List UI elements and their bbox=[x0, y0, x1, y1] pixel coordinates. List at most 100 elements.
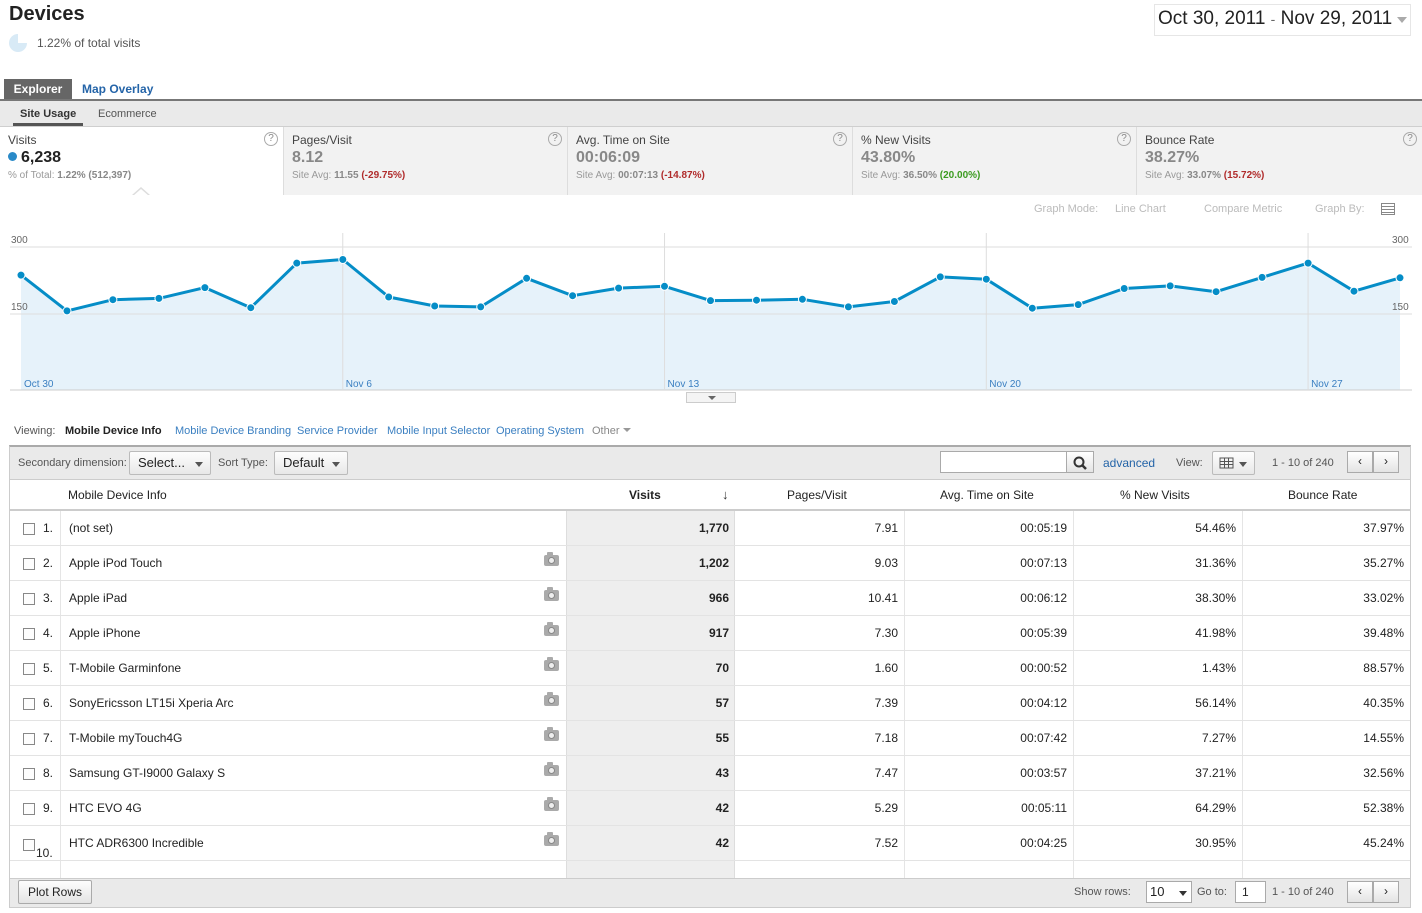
chart-data-point bbox=[1073, 300, 1083, 310]
pager-text-bottom: 1 - 10 of 240 bbox=[1272, 886, 1334, 898]
camera-icon[interactable] bbox=[544, 832, 559, 846]
row-checkbox[interactable] bbox=[23, 558, 35, 570]
row-checkbox[interactable] bbox=[23, 663, 35, 675]
row-avg-time: 00:07:13 bbox=[1020, 556, 1067, 570]
show-rows-select[interactable]: 10 bbox=[1146, 881, 1192, 903]
row-new-visits: 64.29% bbox=[1195, 801, 1236, 815]
camera-icon[interactable] bbox=[544, 797, 559, 811]
x-tick-label: Oct 30 bbox=[24, 379, 54, 390]
compare-metric-button[interactable]: Compare Metric bbox=[1204, 203, 1282, 215]
view-type-select[interactable] bbox=[1212, 451, 1255, 475]
chart-resize-handle[interactable] bbox=[686, 392, 736, 403]
goto-page-input[interactable]: 1 bbox=[1235, 881, 1266, 903]
graph-mode-line-chart[interactable]: Line Chart bbox=[1115, 203, 1166, 215]
dimension-other-dropdown[interactable]: Other bbox=[592, 425, 631, 437]
row-visits: 1,770 bbox=[698, 521, 729, 535]
help-icon[interactable]: ? bbox=[548, 132, 562, 146]
col-header-dimension[interactable]: Mobile Device Info bbox=[68, 488, 167, 502]
table-row: 5. T-Mobile Garminfone 70 1.60 00:00:52 1.43%… bbox=[10, 651, 1410, 686]
dimension-service-provider[interactable]: Service Provider bbox=[297, 425, 378, 437]
camera-icon[interactable] bbox=[544, 692, 559, 706]
metric-avg-time[interactable]: Avg. Time on Site 00:06:09 Site Avg: 00:… bbox=[568, 127, 853, 195]
row-checkbox[interactable] bbox=[23, 768, 35, 780]
metric-value: 38.27% bbox=[1145, 149, 1200, 166]
graph-by-icon[interactable] bbox=[1381, 203, 1395, 215]
chart-data-point bbox=[1303, 258, 1313, 268]
tab-explorer[interactable]: Explorer bbox=[4, 79, 72, 99]
metric-visits[interactable]: Visits 6,238 % of Total: 1.22% (512,397)… bbox=[0, 127, 284, 195]
row-device-name: (not set) bbox=[69, 521, 114, 535]
col-header-pages-visit[interactable]: Pages/Visit bbox=[787, 488, 847, 502]
camera-icon[interactable] bbox=[544, 727, 559, 741]
help-icon[interactable]: ? bbox=[833, 132, 847, 146]
secondary-dimension-select[interactable]: Select... bbox=[129, 451, 211, 475]
subtab-ecommerce[interactable]: Ecommerce bbox=[98, 108, 157, 120]
camera-icon[interactable] bbox=[544, 552, 559, 566]
prev-page-button[interactable]: ‹ bbox=[1347, 881, 1373, 903]
row-device-name: Samsung GT-I9000 Galaxy S bbox=[69, 766, 226, 780]
row-pages-visit: 1.60 bbox=[874, 661, 898, 675]
metric-pages-visit[interactable]: Pages/Visit 8.12 Site Avg: 11.55 (-29.75… bbox=[284, 127, 568, 195]
col-header-bounce-rate[interactable]: Bounce Rate bbox=[1288, 488, 1357, 502]
plot-rows-button[interactable]: Plot Rows bbox=[18, 880, 92, 904]
date-range-picker[interactable]: Oct 30, 2011 - Nov 29, 2011 bbox=[1154, 4, 1411, 36]
dimension-operating-system[interactable]: Operating System bbox=[496, 425, 584, 437]
help-icon[interactable]: ? bbox=[1117, 132, 1131, 146]
chart-data-point bbox=[1211, 287, 1221, 297]
row-pages-visit: 7.18 bbox=[874, 731, 898, 745]
search-button[interactable] bbox=[1066, 451, 1094, 473]
chart-data-point bbox=[889, 297, 899, 306]
series-dot-icon bbox=[8, 152, 17, 161]
col-header-avg-time[interactable]: Avg. Time on Site bbox=[940, 488, 1034, 502]
tab-map-overlay[interactable]: Map Overlay bbox=[82, 79, 153, 99]
sort-type-select[interactable]: Default bbox=[274, 451, 348, 475]
row-checkbox[interactable] bbox=[23, 593, 35, 605]
x-tick-label: Nov 13 bbox=[668, 379, 700, 390]
metric-value: 00:06:09 bbox=[576, 149, 641, 166]
chart-data-point bbox=[1027, 303, 1037, 313]
table-search-input[interactable] bbox=[940, 451, 1067, 473]
row-index: 10. bbox=[36, 846, 53, 860]
camera-icon[interactable] bbox=[544, 622, 559, 636]
row-avg-time: 00:03:57 bbox=[1020, 766, 1067, 780]
help-icon[interactable]: ? bbox=[1403, 132, 1417, 146]
subtab-site-usage[interactable]: Site Usage bbox=[20, 108, 76, 120]
visits-line-chart: 300 300 150 150 Oct 30 Nov 6 Nov 13 Nov 20 Nov 2… bbox=[10, 233, 1412, 391]
camera-icon[interactable] bbox=[544, 657, 559, 671]
row-checkbox[interactable] bbox=[23, 803, 35, 815]
row-checkbox[interactable] bbox=[23, 733, 35, 745]
row-checkbox[interactable] bbox=[23, 839, 35, 851]
row-checkbox[interactable] bbox=[23, 523, 35, 535]
row-index: 8. bbox=[43, 766, 54, 780]
row-device-name: HTC ADR6300 Incredible bbox=[69, 836, 204, 850]
view-label: View: bbox=[1176, 457, 1203, 469]
row-pages-visit: 7.39 bbox=[874, 696, 898, 710]
row-visits: 42 bbox=[715, 801, 729, 815]
dimension-mobile-device-branding[interactable]: Mobile Device Branding bbox=[175, 425, 291, 437]
dimension-mobile-input-selector[interactable]: Mobile Input Selector bbox=[387, 425, 490, 437]
metric-avg: Site Avg: 33.07% (15.72%) bbox=[1145, 170, 1265, 181]
help-icon[interactable]: ? bbox=[264, 132, 278, 146]
metric-avg: Site Avg: 36.50% (20.00%) bbox=[861, 170, 981, 181]
chart-data-point bbox=[797, 294, 807, 304]
metric-label: Pages/Visit bbox=[292, 133, 352, 147]
metric-new-visits[interactable]: % New Visits 43.80% Site Avg: 36.50% (20… bbox=[853, 127, 1137, 195]
sort-desc-icon: ↓ bbox=[722, 487, 729, 502]
camera-icon[interactable] bbox=[544, 587, 559, 601]
metric-label: Avg. Time on Site bbox=[576, 133, 670, 147]
row-visits: 42 bbox=[715, 836, 729, 850]
row-checkbox[interactable] bbox=[23, 628, 35, 640]
advanced-filter-link[interactable]: advanced bbox=[1103, 456, 1155, 470]
metric-bounce-rate[interactable]: Bounce Rate 38.27% Site Avg: 33.07% (15.… bbox=[1137, 127, 1422, 195]
col-header-new-visits[interactable]: % New Visits bbox=[1120, 488, 1190, 502]
next-page-button[interactable]: › bbox=[1373, 881, 1399, 903]
col-header-visits[interactable]: Visits bbox=[629, 488, 661, 502]
row-avg-time: 00:00:52 bbox=[1020, 661, 1067, 675]
row-checkbox[interactable] bbox=[23, 698, 35, 710]
camera-icon[interactable] bbox=[544, 762, 559, 776]
dimension-mobile-device-info[interactable]: Mobile Device Info bbox=[65, 425, 162, 437]
next-page-button[interactable]: › bbox=[1373, 451, 1399, 473]
prev-page-button[interactable]: ‹ bbox=[1347, 451, 1373, 473]
secondary-dimension-label: Secondary dimension: bbox=[18, 457, 127, 469]
row-pages-visit: 7.52 bbox=[874, 836, 898, 850]
